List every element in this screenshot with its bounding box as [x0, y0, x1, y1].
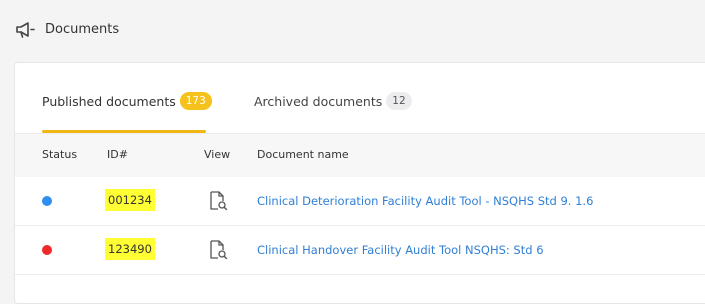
document-search-icon[interactable]	[208, 190, 228, 212]
page-title: Documents	[45, 22, 120, 37]
table-header: Status ID# View Document name	[15, 133, 705, 178]
page-header: Documents	[0, 0, 705, 62]
documents-card: Published documents 173 Archived documen…	[14, 62, 705, 304]
column-header-id[interactable]: ID#	[107, 148, 128, 162]
column-header-view: View	[204, 148, 231, 161]
count-badge: 12	[386, 92, 412, 110]
megaphone-icon	[16, 22, 35, 38]
count-badge: 173	[179, 92, 212, 110]
column-header-status[interactable]: Status	[42, 148, 77, 162]
document-id: 123490	[105, 238, 155, 260]
status-indicator	[42, 245, 52, 255]
table-row: 123490 Clinical Handover Facility Audit …	[15, 226, 705, 275]
tabs-bar: Published documents 173 Archived documen…	[15, 63, 705, 133]
column-header-document-name[interactable]: Document name	[257, 148, 349, 162]
table-row: 001234 Clinical Deterioration Facility A…	[15, 177, 705, 226]
tab-published-documents[interactable]: Published documents 173	[42, 91, 212, 111]
tab-label: Published documents	[42, 93, 176, 109]
status-indicator	[42, 196, 52, 206]
document-name-link[interactable]: Clinical Deterioration Facility Audit To…	[257, 193, 593, 209]
document-id: 001234	[105, 189, 155, 211]
document-search-icon[interactable]	[208, 239, 228, 261]
document-name-link[interactable]: Clinical Handover Facility Audit Tool NS…	[257, 242, 544, 258]
tab-label: Archived documents	[254, 93, 383, 109]
tab-archived-documents[interactable]: Archived documents 12	[254, 91, 412, 111]
